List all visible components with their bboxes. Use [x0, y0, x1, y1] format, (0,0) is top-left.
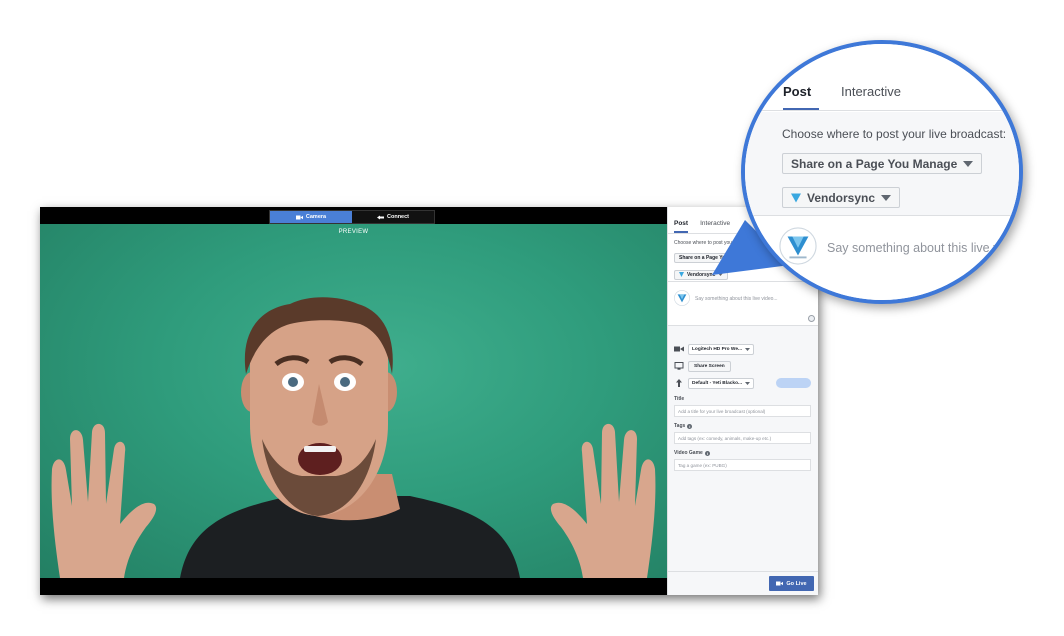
- chevron-down-icon: [718, 273, 724, 276]
- tags-label-text: Tags: [674, 423, 686, 429]
- zoom-tabs: Post Interactive: [745, 44, 1019, 111]
- zoom-page-dropdown[interactable]: Vendorsync: [782, 187, 901, 208]
- title-field-block: Title Add a title for your live broadcas…: [668, 396, 818, 417]
- zoom-tab-post[interactable]: Post: [783, 84, 819, 110]
- zoom-post-destination: Choose where to post your live broadcast…: [745, 112, 1019, 216]
- audio-level-meter: [776, 378, 811, 388]
- page-name-value: Vendorsync: [687, 271, 716, 278]
- camera-source-value: Logitech HD Pro We...: [692, 346, 743, 352]
- zoom-share-target-value: Share on a Page You Manage: [791, 156, 958, 171]
- page-avatar: [674, 290, 690, 306]
- page-dropdown[interactable]: Vendorsync: [674, 269, 729, 280]
- video-camera-icon: [674, 346, 684, 352]
- info-icon[interactable]: i: [687, 423, 693, 429]
- title-input[interactable]: Add a title for your live broadcast (opt…: [674, 405, 811, 417]
- tab-post[interactable]: Post: [674, 220, 689, 233]
- vendorsync-logo-icon: [679, 272, 684, 277]
- title-label: Title: [674, 396, 812, 402]
- zoom-page-avatar: [779, 227, 817, 265]
- preview-label: PREVIEW: [338, 229, 369, 235]
- camera-source-select[interactable]: Logitech HD Pro We...: [688, 343, 755, 355]
- camera-mode-button[interactable]: Camera: [270, 211, 352, 223]
- video-camera-icon: [776, 581, 784, 586]
- zoom-magnifier: Post Interactive Choose where to post yo…: [741, 40, 1023, 304]
- title-label-text: Title: [674, 396, 685, 402]
- zoom-content: Post Interactive Choose where to post yo…: [745, 44, 1019, 300]
- emoji-icon[interactable]: [808, 315, 815, 322]
- mode-toggle: Camera Connect: [269, 210, 435, 224]
- camera-preview: PREVIEW: [40, 224, 667, 578]
- zoom-share-target-dropdown[interactable]: Share on a Page You Manage: [782, 153, 983, 174]
- game-input[interactable]: Tag a game (ex: PUBG): [674, 459, 811, 471]
- microphone-select[interactable]: Default - Yeti Blacko...: [688, 377, 755, 389]
- tags-field-block: Tags i Add tags (ex: comedy, animals, ma…: [668, 423, 818, 444]
- zoom-choose-where-label: Choose where to post your live broadcast…: [782, 127, 1007, 141]
- go-live-label: Go Live: [786, 580, 807, 587]
- share-target-value: Share on a Page You Manage: [679, 255, 749, 261]
- go-live-button[interactable]: Go Live: [769, 576, 814, 591]
- sidebar-footer: Go Live: [668, 571, 818, 595]
- camera-source-row: Logitech HD Pro We...: [674, 342, 812, 356]
- connect-mode-button[interactable]: Connect: [352, 211, 434, 223]
- video-area: Camera Connect PREVIEW: [40, 207, 667, 595]
- camera-mode-label: Camera: [305, 214, 327, 220]
- chevron-down-icon: [745, 347, 751, 351]
- zoom-status-composer[interactable]: Say something about this live vi: [745, 217, 1019, 300]
- chevron-down-icon: [745, 381, 751, 385]
- monitor-icon: [674, 362, 684, 370]
- microphone-value: Default - Yeti Blacko...: [692, 380, 743, 386]
- zoom-page-name-value: Vendorsync: [807, 190, 876, 205]
- connect-icon: [377, 215, 384, 219]
- device-settings: Logitech HD Pro We... Share Screen Defau…: [668, 326, 818, 390]
- live-producer-window: Camera Connect PREVIEW Post Interactive …: [40, 207, 818, 595]
- upload-arrow-icon: [676, 379, 682, 387]
- microphone-row: Default - Yeti Blacko...: [674, 376, 812, 390]
- tab-interactive[interactable]: Interactive: [700, 220, 730, 233]
- game-label-text: Video Game: [674, 450, 703, 456]
- zoom-tab-interactive[interactable]: Interactive: [841, 84, 901, 99]
- chevron-down-icon: [881, 194, 892, 201]
- game-label: Video Game i: [674, 450, 812, 456]
- game-field-block: Video Game i Tag a game (ex: PUBG): [668, 450, 818, 471]
- tags-label: Tags i: [674, 423, 812, 429]
- info-icon[interactable]: i: [704, 450, 710, 456]
- video-camera-icon: [295, 215, 303, 219]
- share-screen-button[interactable]: Share Screen: [688, 360, 731, 372]
- tags-input[interactable]: Add tags (ex: comedy, animals, make-up e…: [674, 432, 811, 444]
- screen-share-row: Share Screen: [674, 359, 812, 373]
- zoom-status-placeholder: Say something about this live vi: [827, 241, 1003, 255]
- chevron-down-icon: [963, 160, 974, 167]
- connect-mode-label: Connect: [387, 214, 409, 220]
- vendorsync-logo-icon: [791, 193, 801, 202]
- webcam-person-image: [51, 297, 656, 578]
